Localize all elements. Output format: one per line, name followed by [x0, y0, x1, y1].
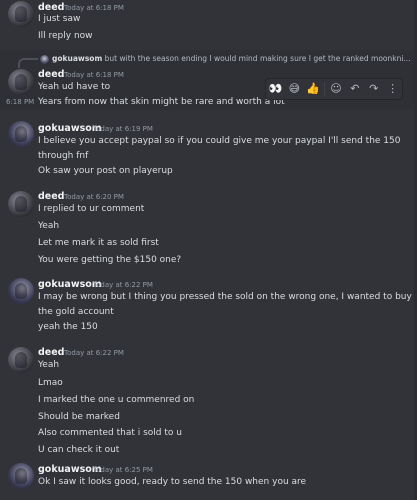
avatar[interactable]	[8, 347, 34, 373]
message-line: Also commented that i sold to u	[38, 428, 182, 438]
reply-avatar	[40, 55, 49, 64]
message-line: U can check it out	[38, 445, 120, 455]
message-timestamp: Today at 6:20 PM	[64, 193, 124, 201]
message-group: gokuawsom Today at 6:25 PM Ok I saw it l…	[0, 460, 417, 496]
message-group: deed Today at 6:22 PM Yeah Lmao I marked…	[0, 344, 417, 455]
message-timestamp: Today at 6:18 PM	[64, 4, 124, 12]
message-line: Should be marked	[38, 412, 120, 422]
message-line: Ok I saw it looks good, ready to send th…	[38, 477, 307, 487]
message-group: deed Today at 6:18 PM I just saw Ill rep…	[0, 0, 417, 46]
message-line: I may be wrong but I thing you pressed t…	[38, 292, 412, 302]
reply-icon[interactable]: ↶	[347, 81, 363, 97]
message-line: I just saw	[38, 14, 81, 24]
more-icon[interactable]: ⋮	[385, 81, 401, 97]
eyes-emoji-icon[interactable]: 👀	[267, 81, 283, 97]
message-line: Let me mark it as sold first	[38, 238, 159, 248]
avatar[interactable]	[8, 463, 34, 489]
message-timestamp: Today at 6:18 PM	[64, 71, 124, 79]
message-line: the gold account	[38, 307, 114, 317]
message-line: I replied to ur comment	[38, 204, 145, 214]
author-name[interactable]: deed	[38, 2, 65, 13]
avatar[interactable]	[8, 1, 34, 27]
message-line: I marked the one u commenred on	[38, 395, 195, 405]
message-line: Yeah ud have to	[38, 82, 111, 92]
avatar[interactable]	[8, 191, 34, 217]
message-timestamp: Today at 6:22 PM	[93, 281, 153, 289]
forward-icon[interactable]: ↷	[366, 81, 382, 97]
message-action-toolbar: 👀 😅 👍 ☺ ↶ ↷ ⋮	[265, 78, 403, 100]
message-timestamp: Today at 6:22 PM	[64, 349, 124, 357]
message-line: Years from now that skin might be rare a…	[38, 97, 285, 107]
avatar[interactable]	[8, 121, 34, 147]
grin-sweat-emoji-icon[interactable]: 😅	[286, 81, 302, 97]
reply-connector	[18, 58, 38, 68]
message-line: I believe you accept paypal so if you co…	[38, 136, 401, 146]
thumbs-up-emoji-icon[interactable]: 👍	[305, 81, 321, 97]
author-name[interactable]: deed	[38, 347, 65, 358]
add-reaction-icon[interactable]: ☺	[328, 81, 344, 97]
message-timestamp: Today at 6:25 PM	[93, 466, 153, 474]
message-line: yeah the 150	[38, 322, 98, 332]
message-line: Ok saw your post on playerup	[38, 166, 173, 176]
avatar[interactable]	[8, 278, 34, 304]
author-name[interactable]: deed	[38, 69, 65, 80]
author-name[interactable]: deed	[38, 191, 65, 202]
reply-author: gokuawsom	[52, 54, 103, 63]
toolbar-divider	[324, 82, 326, 96]
message-line: Lmao	[38, 378, 63, 388]
message-line: Yeah	[38, 360, 60, 370]
message-group: gokuawsom Today at 6:22 PM I may be wron…	[0, 275, 417, 337]
message-line: Ill reply now	[38, 31, 93, 41]
message-group: gokuawsom Today at 6:19 PM I believe you…	[0, 118, 417, 180]
message-group: deed Today at 6:20 PM I replied to ur co…	[0, 187, 417, 269]
message-line: You were getting the $150 one?	[38, 255, 182, 265]
reply-preview[interactable]: gokuawsom but with the season ending I w…	[52, 54, 412, 63]
hover-timestamp: 6:18 PM	[6, 98, 35, 106]
reply-snippet: but with the season ending I would mind …	[104, 54, 411, 63]
avatar[interactable]	[8, 69, 34, 95]
message-line: Yeah	[38, 221, 60, 231]
message-timestamp: Today at 6:19 PM	[93, 125, 153, 133]
message-line: through fnf	[38, 151, 89, 161]
